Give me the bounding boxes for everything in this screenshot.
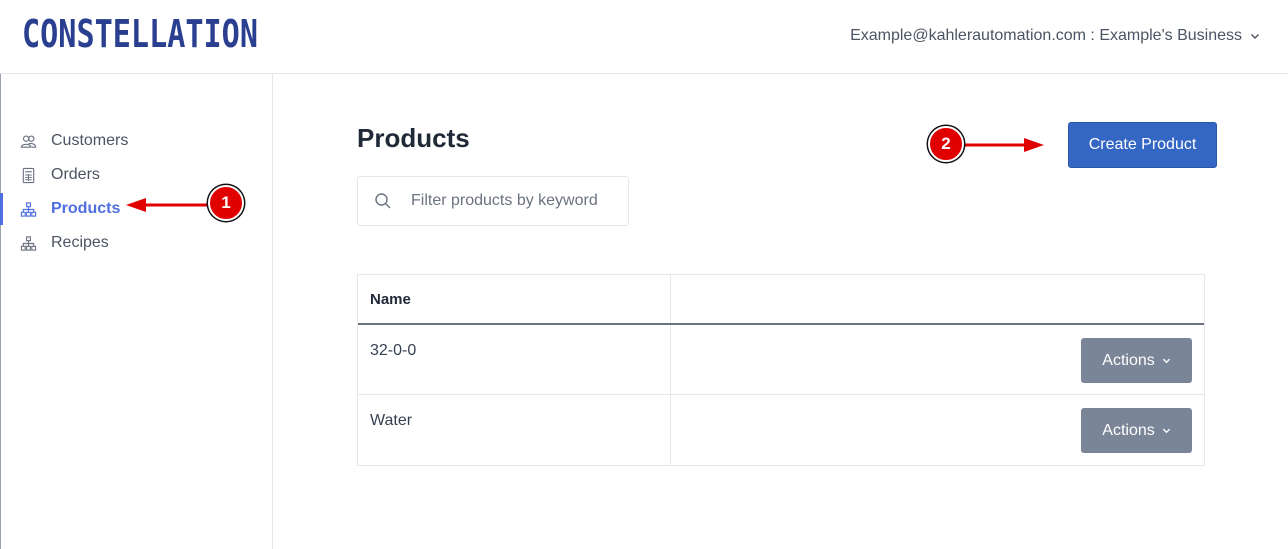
search-icon <box>375 193 391 209</box>
table-header-row: Name <box>358 275 1204 325</box>
chevron-down-icon <box>1162 358 1170 364</box>
calculator-icon <box>19 166 37 184</box>
account-menu[interactable]: Example@kahlerautomation.com : Example's… <box>850 27 1260 45</box>
sidebar-item-customers[interactable]: Customers <box>0 124 272 158</box>
sidebar-item-label: Recipes <box>51 234 109 251</box>
sidebar-item-recipes[interactable]: Recipes <box>0 226 272 260</box>
sidebar: Customers Orders Products Recipes <box>0 74 273 549</box>
hierarchy-icon <box>19 200 37 218</box>
filter-box <box>357 176 629 226</box>
annotation-arrow-1 <box>126 198 208 212</box>
main-content: Products Create Product Name 32-0-0 Acti… <box>273 74 1288 549</box>
actions-dropdown-button[interactable]: Actions <box>1081 408 1192 453</box>
constellation-logo[interactable]: CONSTELLATION <box>22 14 262 54</box>
table-row: Water Actions <box>358 395 1204 465</box>
column-header-actions <box>671 275 1204 323</box>
page-title: Products <box>357 123 470 153</box>
products-table: Name 32-0-0 Actions Water Actions <box>357 274 1205 466</box>
column-header-name[interactable]: Name <box>358 275 671 323</box>
annotation-arrow-2 <box>964 138 1044 152</box>
product-name-cell: 32-0-0 <box>358 325 671 394</box>
actions-dropdown-button[interactable]: Actions <box>1081 338 1192 383</box>
actions-label: Actions <box>1102 351 1155 369</box>
users-icon <box>19 132 37 150</box>
chevron-down-icon <box>1162 428 1170 434</box>
account-label: Example@kahlerautomation.com : Example's… <box>850 27 1242 44</box>
top-header: CONSTELLATION Example@kahlerautomation.c… <box>0 0 1288 74</box>
product-name-cell: Water <box>358 395 671 465</box>
filter-products-input[interactable] <box>358 177 628 225</box>
logo-text: CONSTELLATION <box>22 14 258 54</box>
create-product-button[interactable]: Create Product <box>1068 122 1217 168</box>
table-row: 32-0-0 Actions <box>358 325 1204 395</box>
sidebar-item-label: Customers <box>51 132 129 149</box>
actions-cell: Actions <box>671 395 1204 465</box>
annotation-callout-1: 1 <box>208 185 244 221</box>
actions-cell: Actions <box>671 325 1204 394</box>
actions-label: Actions <box>1102 421 1155 439</box>
annotation-callout-2: 2 <box>928 126 964 162</box>
sidebar-item-label: Orders <box>51 166 100 183</box>
sidebar-item-label: Products <box>51 200 121 217</box>
chevron-down-icon <box>1251 34 1259 39</box>
hierarchy-icon <box>19 234 37 252</box>
